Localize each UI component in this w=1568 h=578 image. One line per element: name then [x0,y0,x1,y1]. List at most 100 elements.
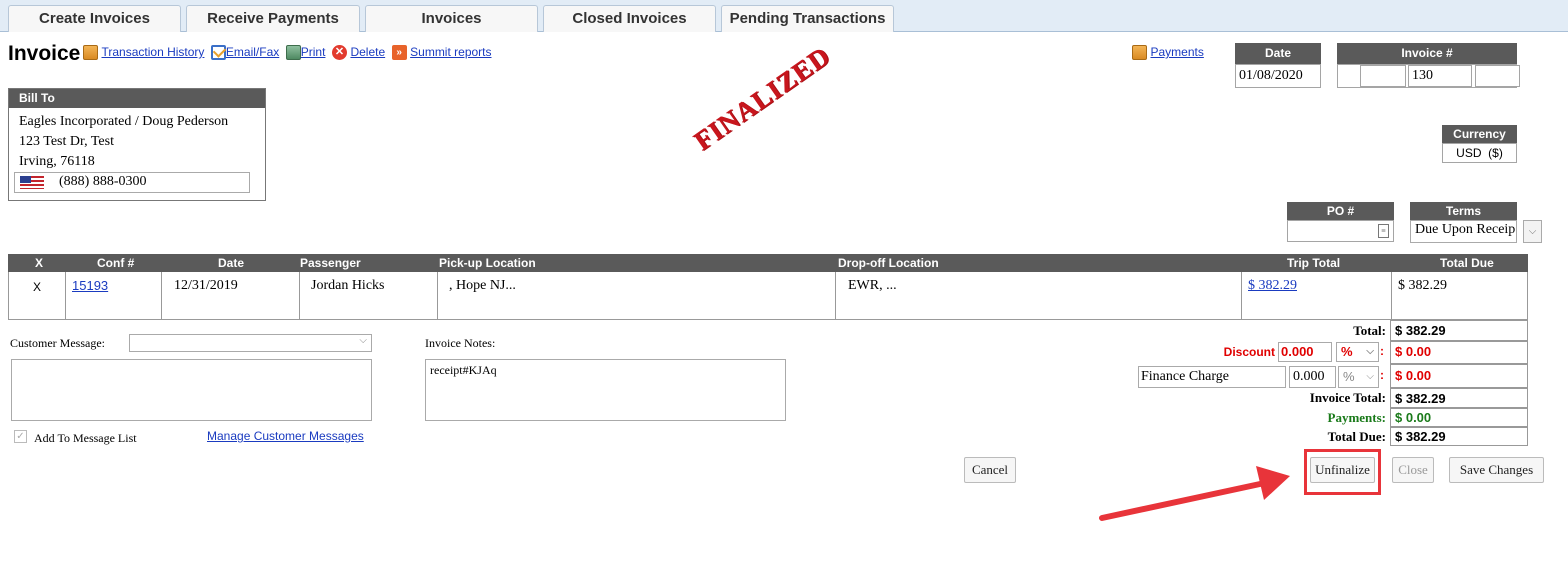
finance-unit-select[interactable]: % ⌵ [1338,366,1379,388]
header-links: Transaction History Email/Fax Print ✕ De… [83,45,492,61]
col-trip-total: Trip Total [1287,256,1341,270]
discount-label: Discount [1223,345,1275,359]
discount-colon: : [1380,344,1384,358]
finance-unit-value: % [1343,369,1355,384]
customer-message-label: Customer Message: [10,336,105,350]
discount-amount-input[interactable]: 0.000 [1278,342,1332,362]
bill-to-line2: 123 Test Dr, Test [19,134,114,149]
tab-invoices[interactable]: Invoices [365,5,538,32]
total-due-value: $ 382.29 [1390,427,1528,446]
conf-link[interactable]: 15193 [72,278,108,293]
table-row: X 15193 12/31/2019 Jordan Hicks , Hope N… [8,272,1528,320]
total-due-cell: $ 382.29 [1391,272,1529,319]
invoice-notes-textarea[interactable]: receipt#KJAq [425,359,786,421]
chevron-down-icon: ⌵ [359,335,367,346]
col-conf: Conf # [97,256,135,270]
annotation-arrow-icon [1099,466,1290,521]
customer-message-textarea[interactable] [11,359,372,421]
bill-to-phone-row: (888) 888-0300 [14,172,250,193]
invoice-prefix-field[interactable] [1360,65,1406,87]
discount-value: $ 0.00 [1390,341,1528,364]
payments-label: Payments: [1327,410,1387,425]
payments-icon [1132,45,1147,61]
invoice-number-field[interactable]: 130 [1408,65,1472,87]
tab-pending-transactions[interactable]: Pending Transactions [721,5,894,32]
finance-charge-value: $ 0.00 [1390,364,1528,388]
tab-create-invoices[interactable]: Create Invoices [8,5,181,32]
delete-link[interactable]: Delete [350,45,385,59]
chevron-down-icon[interactable]: ⌵ [1523,220,1542,243]
invoice-total-label: Invoice Total: [1309,390,1386,405]
customer-message-select[interactable]: ⌵ [129,334,372,352]
currency-value: USD ($) [1442,143,1517,163]
finance-colon: : [1380,368,1384,382]
finance-amount-input[interactable]: 0.000 [1289,366,1336,388]
total-value: $ 382.29 [1390,320,1528,341]
date-cell: 12/31/2019 [161,272,299,319]
passenger-cell: Jordan Hicks [299,272,437,319]
transaction-history-icon [83,45,98,61]
trip-table-header: X Conf # Date Passenger Pick-up Location… [8,254,1528,272]
save-changes-button[interactable]: Save Changes [1449,457,1544,483]
finance-charge-label[interactable]: Finance Charge [1138,366,1286,388]
conf-cell: 15193 [65,272,161,319]
page-title: Invoice [8,42,81,65]
bill-to-label: Bill To [9,89,265,108]
total-label: Total: [1353,323,1386,338]
bill-to-line1: Eagles Incorporated / Doug Pederson [19,114,229,129]
payments-link-group: Payments [1132,45,1204,61]
add-to-message-list-label: Add To Message List [34,431,137,445]
add-to-message-list-checkbox[interactable]: ✓ [14,430,27,443]
summit-reports-icon: » [391,45,407,61]
summit-reports-link[interactable]: Summit reports [410,45,491,59]
invoice-number-label: Invoice # [1337,43,1517,64]
terms-label: Terms [1410,202,1517,220]
trip-total-cell: $ 382.29 [1241,272,1391,319]
bill-to-phone: (888) 888-0300 [59,174,147,189]
print-icon [285,45,301,61]
discount-unit-select[interactable]: % ⌵ [1336,342,1379,362]
trip-total-link[interactable]: $ 382.29 [1248,278,1297,293]
finalized-stamp: FINALIZED [688,40,836,157]
col-total-due: Total Due [1440,256,1494,270]
print-link[interactable]: Print [301,45,326,59]
customer-message-value [130,335,133,349]
invoice-suffix-field[interactable] [1475,65,1520,87]
delete-icon: ✕ [331,45,347,61]
tab-receive-payments[interactable]: Receive Payments [186,5,360,32]
invoice-total-value: $ 382.29 [1390,388,1528,408]
unfinalize-button[interactable]: Unfinalize [1310,457,1375,483]
email-fax-link[interactable]: Email/Fax [226,45,279,59]
currency-label: Currency [1442,125,1517,143]
discount-unit-value: % [1341,344,1353,359]
po-label: PO # [1287,202,1394,220]
payments-link[interactable]: Payments [1151,45,1204,59]
col-date: Date [218,256,245,270]
transaction-history-link[interactable]: Transaction History [102,45,205,59]
po-field[interactable]: ≡ [1287,220,1394,242]
us-flag-icon [20,176,44,189]
date-label: Date [1235,43,1321,64]
col-passenger: Passenger [300,256,361,270]
terms-value: Due Upon Receip [1415,222,1516,237]
chevron-down-icon: ⌵ [1366,371,1374,382]
date-field[interactable]: 01/08/2020 [1235,64,1321,88]
col-dropoff: Drop-off Location [838,256,939,270]
bill-to-line3: Irving, 76118 [19,154,95,169]
total-due-label: Total Due: [1327,429,1386,444]
col-x: X [35,256,44,270]
tab-closed-invoices[interactable]: Closed Invoices [543,5,716,32]
dropoff-cell: EWR, ... [835,272,1241,319]
chevron-down-icon: ⌵ [1366,346,1374,357]
manage-customer-messages-link[interactable]: Manage Customer Messages [207,429,364,443]
email-icon [210,45,226,61]
pickup-cell: , Hope NJ... [437,272,835,319]
invoice-notes-label: Invoice Notes: [425,336,496,350]
cancel-button[interactable]: Cancel [964,457,1016,483]
payments-value: $ 0.00 [1390,408,1528,427]
close-button[interactable]: Close [1392,457,1434,483]
bill-to-panel: Bill To Eagles Incorporated / Doug Peder… [8,88,266,201]
terms-select[interactable]: Due Upon Receip [1410,220,1517,243]
po-lookup-icon[interactable]: ≡ [1378,224,1389,238]
remove-row-button[interactable]: X [9,272,65,319]
